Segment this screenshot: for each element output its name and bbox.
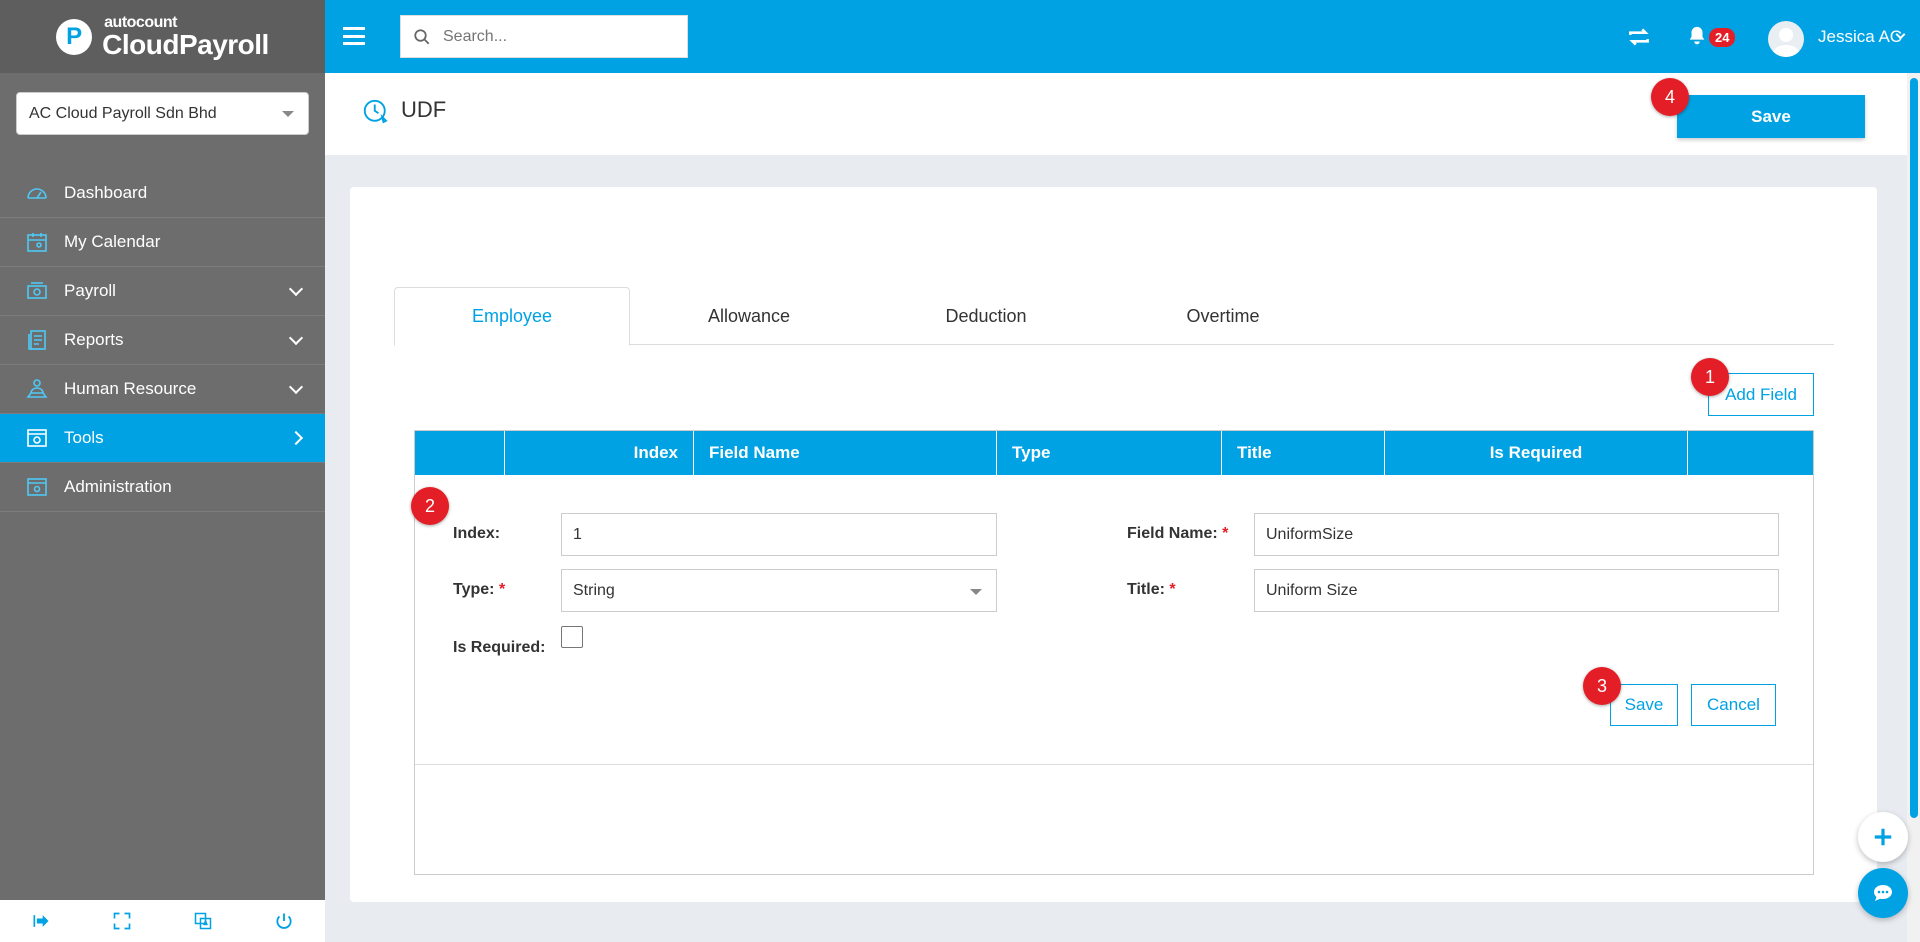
column-header-action xyxy=(415,431,504,475)
notification-badge: 24 xyxy=(1709,28,1736,47)
tab-employee[interactable]: Employee xyxy=(394,287,630,346)
title-input[interactable]: Uniform Size xyxy=(1254,569,1779,612)
brand-big: CloudPayroll xyxy=(102,28,269,60)
sidebar-item-label: Tools xyxy=(64,428,104,447)
dashboard-icon xyxy=(24,180,50,206)
caret-down-icon xyxy=(282,111,294,117)
payroll-icon xyxy=(24,278,50,304)
caret-down-icon xyxy=(970,589,982,595)
human-resource-icon xyxy=(24,376,50,402)
calendar-icon xyxy=(24,229,50,255)
tab-overtime[interactable]: Overtime xyxy=(1105,287,1341,345)
field-name-value: UniformSize xyxy=(1266,525,1354,543)
sidebar-item-label: My Calendar xyxy=(64,232,161,251)
sidebar-item-label: Human Resource xyxy=(64,379,197,398)
type-value: String xyxy=(573,581,615,599)
user-name[interactable]: Jessica AC xyxy=(1818,27,1902,47)
chevron-down-icon xyxy=(288,379,304,395)
tab-allowance[interactable]: Allowance xyxy=(631,287,867,345)
sidebar-item-label: Payroll xyxy=(64,281,116,300)
administration-icon xyxy=(24,474,50,500)
sidebar-nav: Dashboard My Calendar Payroll Reports Hu… xyxy=(0,169,325,512)
sidebar-item-administration[interactable]: Administration xyxy=(0,463,325,512)
sidebar-item-label: Dashboard xyxy=(64,183,148,202)
type-label: Type: * xyxy=(453,581,506,598)
column-header-extra xyxy=(1687,431,1813,475)
is-required-checkbox[interactable] xyxy=(561,626,583,648)
sidebar: P autocount CloudPayroll AC Cloud Payrol… xyxy=(0,0,325,942)
page-scrollbar[interactable] xyxy=(1907,73,1920,942)
sidebar-item-payroll[interactable]: Payroll xyxy=(0,267,325,316)
sidebar-item-label: Administration xyxy=(64,477,172,496)
title-label: Title: * xyxy=(1127,581,1176,598)
step-marker-1: 1 xyxy=(1691,358,1729,396)
required-mark: * xyxy=(498,581,506,598)
step-marker-4: 4 xyxy=(1651,78,1689,116)
grid-header: Index Field Name Type Title Is Required xyxy=(415,431,1813,475)
tools-icon xyxy=(24,425,50,451)
brand-logo: P xyxy=(56,18,93,55)
required-mark: * xyxy=(1222,525,1229,542)
language-icon[interactable] xyxy=(191,909,215,933)
sidebar-item-my-calendar[interactable]: My Calendar xyxy=(0,218,325,267)
company-select-value: AC Cloud Payroll Sdn Bhd xyxy=(29,104,217,122)
chevron-down-icon xyxy=(288,330,304,346)
index-value: 1 xyxy=(573,525,582,543)
sidebar-item-label: Reports xyxy=(64,330,124,349)
column-header-field-name[interactable]: Field Name xyxy=(693,431,996,475)
add-fab-button[interactable] xyxy=(1858,812,1908,862)
sync-icon[interactable] xyxy=(1625,24,1653,55)
step-marker-2: 2 xyxy=(411,487,449,525)
chat-icon xyxy=(1874,885,1892,901)
chevron-right-icon xyxy=(288,430,304,446)
sidebar-item-human-resource[interactable]: Human Resource xyxy=(0,365,325,414)
sidebar-footer xyxy=(0,900,325,942)
chevron-down-icon xyxy=(288,281,304,297)
bell-icon[interactable] xyxy=(1686,24,1708,53)
power-icon[interactable] xyxy=(272,909,296,933)
udf-icon xyxy=(361,97,391,132)
search-input[interactable] xyxy=(443,27,663,46)
column-header-index[interactable]: Index xyxy=(504,431,693,475)
field-name-label: Field Name: * xyxy=(1127,525,1229,542)
title-value: Uniform Size xyxy=(1266,581,1358,599)
page-title: UDF xyxy=(401,97,447,122)
edit-form: Index: 1 Field Name: * UniformSize Type:… xyxy=(415,475,1813,765)
tab-deduction[interactable]: Deduction xyxy=(868,287,1104,345)
reports-icon xyxy=(24,327,50,353)
column-header-title[interactable]: Title xyxy=(1221,431,1384,475)
is-required-label: Is Required: xyxy=(453,639,546,656)
scrollbar-thumb[interactable] xyxy=(1910,78,1918,818)
sidebar-item-reports[interactable]: Reports xyxy=(0,316,325,365)
company-select[interactable]: AC Cloud Payroll Sdn Bhd xyxy=(16,92,309,135)
row-cancel-button[interactable]: Cancel xyxy=(1691,684,1776,726)
index-field[interactable]: 1 xyxy=(561,513,997,556)
logout-icon[interactable] xyxy=(29,909,53,933)
udf-grid: Index Field Name Type Title Is Required … xyxy=(414,430,1814,875)
hamburger-menu-icon[interactable] xyxy=(343,27,365,45)
sidebar-item-dashboard[interactable]: Dashboard xyxy=(0,169,325,218)
step-marker-3: 3 xyxy=(1583,667,1621,705)
save-button[interactable]: Save xyxy=(1677,95,1865,138)
type-select[interactable]: String xyxy=(561,569,997,612)
avatar[interactable] xyxy=(1768,21,1804,57)
brand[interactable]: P autocount CloudPayroll xyxy=(0,0,325,73)
plus-icon xyxy=(1874,828,1892,846)
top-bar: 24 Jessica AC xyxy=(325,0,1920,73)
column-header-type[interactable]: Type xyxy=(996,431,1221,475)
brand-text: autocount CloudPayroll xyxy=(102,14,269,60)
tab-bar: Employee Allowance Deduction Overtime xyxy=(394,287,1834,346)
column-header-is-required[interactable]: Is Required xyxy=(1384,431,1687,475)
udf-card: Employee Allowance Deduction Overtime Ad… xyxy=(350,187,1877,902)
sidebar-item-tools[interactable]: Tools xyxy=(0,414,325,463)
chat-fab-button[interactable] xyxy=(1858,868,1908,918)
search-icon xyxy=(414,28,430,44)
fullscreen-icon[interactable] xyxy=(110,909,134,933)
index-label: Index: xyxy=(453,525,501,542)
required-mark: * xyxy=(1169,581,1176,598)
search-box[interactable] xyxy=(400,15,688,58)
field-name-input[interactable]: UniformSize xyxy=(1254,513,1779,556)
